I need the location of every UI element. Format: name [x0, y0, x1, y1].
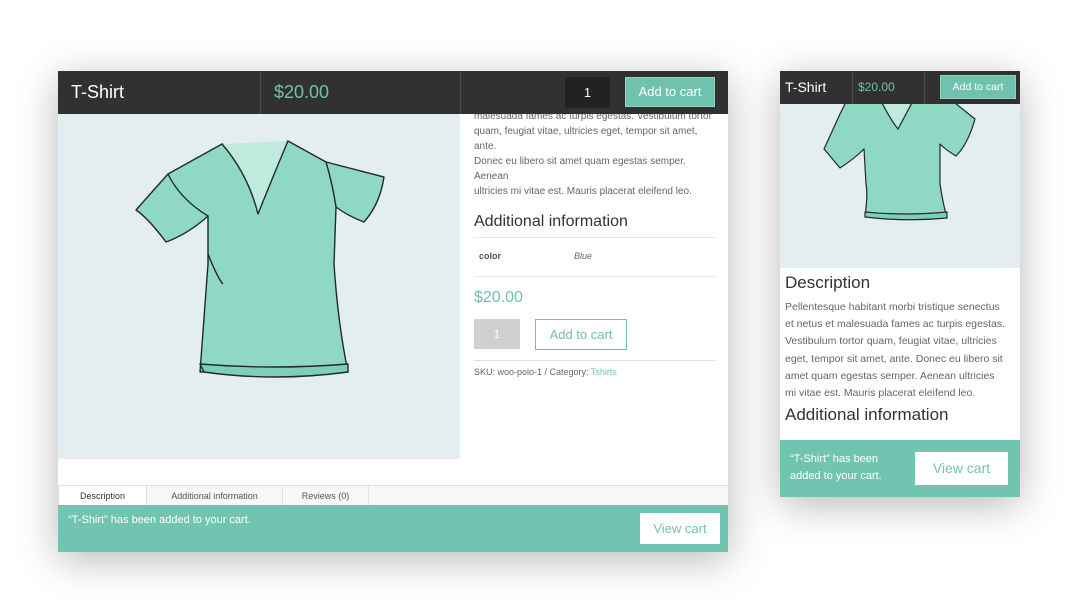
description-heading: Description: [785, 273, 871, 292]
mobile-product-page: Description Pellentesque habitant morbi …: [780, 71, 1020, 497]
mobile-cart-notice-bar: “T-Shirt” has been added to your cart. V…: [780, 440, 1020, 497]
product-image: [58, 114, 460, 459]
sticky-add-to-cart-button[interactable]: Add to cart: [625, 77, 715, 107]
mobile-additional-info-heading: Additional information: [785, 405, 949, 424]
t-shirt-illustration: [135, 140, 385, 378]
attribute-value: Blue: [574, 251, 593, 261]
cart-notice-bar: “T-Shirt” has been added to your cart. V…: [58, 505, 728, 552]
mobile-description-text: Pellentesque habitant morbi tristique se…: [785, 301, 1006, 400]
t-shirt-illustration: [823, 93, 976, 221]
mobile-sticky-add-to-cart-button[interactable]: Add to cart: [940, 75, 1016, 99]
sticky-add-to-cart-bar: T-Shirt $20.00 1 Add to cart: [58, 71, 728, 114]
tab-description[interactable]: Description: [58, 486, 147, 506]
mobile-sticky-add-to-cart-bar: T-Shirt $20.00 Add to cart: [780, 71, 1020, 104]
sticky-product-price: $20.00: [274, 82, 330, 102]
mobile-sticky-product-title: T-Shirt: [785, 79, 827, 95]
cart-notice-text: “T-Shirt” has been added to your cart.: [68, 514, 251, 526]
product-meta: SKU: woo-polo-1 / Category: Tshirts: [474, 360, 716, 377]
desktop-product-page: malesuada fames ac turpis egestas. Vesti…: [58, 71, 728, 552]
product-tabs: Description Additional information Revie…: [58, 485, 728, 506]
product-description-text: malesuada fames ac turpis egestas. Vesti…: [474, 111, 712, 197]
additional-info-heading: Additional information: [474, 213, 628, 230]
quantity-input[interactable]: 1: [474, 319, 520, 349]
tab-reviews[interactable]: Reviews (0): [283, 486, 369, 506]
view-cart-button[interactable]: View cart: [640, 513, 720, 544]
add-to-cart-button[interactable]: Add to cart: [535, 319, 627, 350]
sticky-product-title: T-Shirt: [71, 82, 125, 102]
mobile-sticky-product-price: $20.00: [858, 80, 895, 94]
category-link[interactable]: Tshirts: [591, 367, 617, 377]
mobile-cart-notice-text: “T-Shirt” has been added to your cart.: [790, 453, 882, 482]
attribute-name: color: [479, 251, 502, 261]
mobile-view-cart-button[interactable]: View cart: [915, 452, 1008, 485]
product-price: $20.00: [474, 289, 523, 306]
tab-additional-information[interactable]: Additional information: [147, 486, 283, 506]
sticky-quantity-input[interactable]: 1: [565, 77, 610, 108]
mobile-product-image: [780, 93, 1020, 268]
